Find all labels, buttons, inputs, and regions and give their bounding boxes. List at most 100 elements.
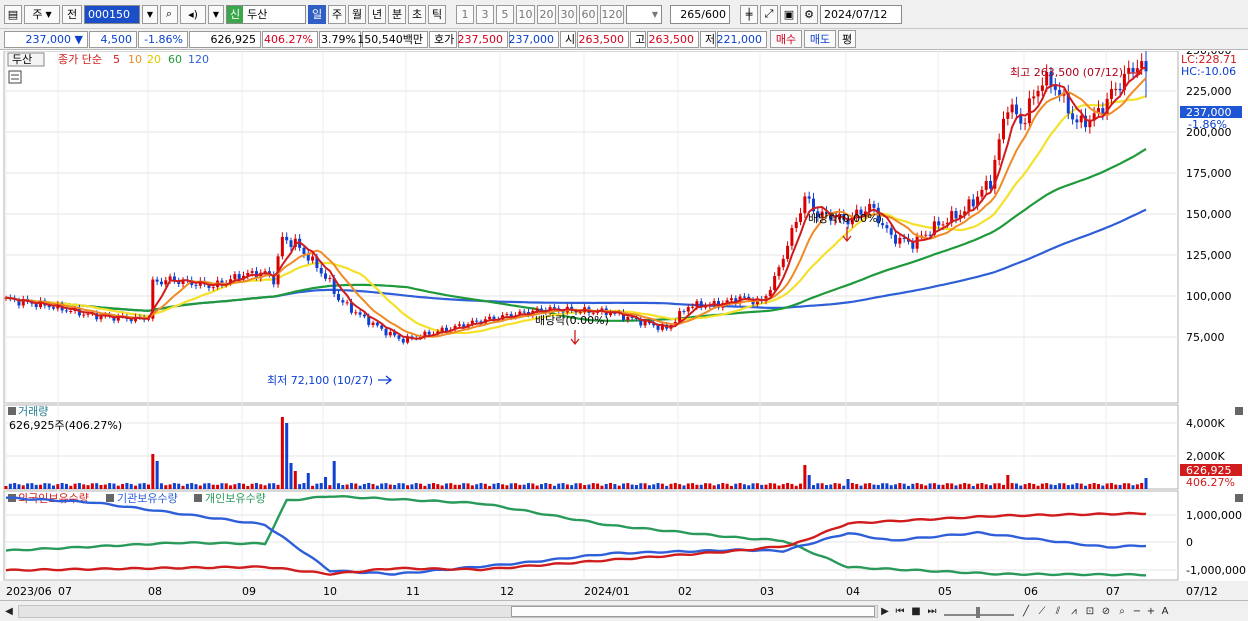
stock-code-value: 000150 [88,7,130,21]
interval-30-button[interactable]: 30 [558,4,577,24]
candle-body [786,245,790,259]
volume-bar [39,484,43,489]
candle-body [885,225,889,229]
date-input[interactable]: 2024/07/12 [820,4,902,24]
period-day-button[interactable]: 일 [308,4,326,24]
volume-bar [151,454,155,489]
chart-menu-icon[interactable]: ▤ [4,4,22,24]
draw-box-icon[interactable]: ⊡ [1082,604,1098,619]
price-change-value: 4,500 [100,32,133,46]
volume-bar [34,484,38,489]
scroll-right-button[interactable]: ▶ [878,604,892,619]
volume-bar [64,483,68,489]
price-y-axis: 250,000225,000200,000175,000150,000125,0… [1186,51,1232,344]
draw-channel-icon[interactable]: ⫽ [1050,604,1066,619]
volume-panel-icon[interactable] [8,407,16,415]
settings-button[interactable]: ⚙ [800,4,818,24]
volume-bar [8,483,12,489]
interval-60-button[interactable]: 60 [579,4,598,24]
volume-bar [1105,483,1109,489]
period-second-button[interactable]: 초 [408,4,426,24]
interval-3-button[interactable]: 3 [476,4,494,24]
candle-body [86,313,90,315]
chart-scrollbar[interactable]: ◀ ▶ ⏮ ■ ⏭ ╱ ⟋ ⫽ ⩘ ⊡ ⊘ ⌕ − + A [0,600,1248,621]
period-type-select[interactable]: 주 ▼ [24,4,60,24]
sound-button[interactable]: ◂) [180,4,206,24]
draw-trend-icon[interactable]: ⟋ [1034,604,1050,619]
interval-10-button[interactable]: 10 [516,4,535,24]
zoom-out-icon[interactable]: − [1130,604,1144,619]
text-tool-icon[interactable]: A [1158,604,1172,619]
chart-type-button[interactable]: ╪ [740,4,758,24]
volume-bar [1135,484,1139,489]
save-button[interactable]: ▣ [780,4,798,24]
stock-code-input[interactable]: 000150 [84,4,140,24]
zoom-slider-handle[interactable] [976,606,980,618]
prev-button[interactable]: 전 [62,4,82,24]
dividend-annotation-1: 배당락(0.00%) [535,314,609,327]
volume-bar [168,484,172,489]
volume-bar [341,485,345,489]
draw-fibo-icon[interactable]: ⩘ [1066,604,1082,619]
period-tick-button[interactable]: 틱 [428,4,446,24]
interval-120-button[interactable]: 120 [600,4,624,24]
period-week-button[interactable]: 주 [328,4,346,24]
scroll-thumb[interactable] [511,605,875,617]
chevron-down-icon: ▼ [45,9,52,19]
volume-bar [349,483,353,489]
period-year-button[interactable]: 년 [368,4,386,24]
go-last-button[interactable]: ⏭ [924,604,940,619]
go-first-button[interactable]: ⏮ [892,604,908,619]
volume-bar [803,465,807,489]
candle-body [1079,115,1083,123]
period-month-button[interactable]: 월 [348,4,366,24]
volume-bar [1036,485,1040,489]
stock-name-field[interactable]: 신 두산 [226,4,306,24]
candle-body [894,234,898,244]
bid-price-value: 237,000 [508,32,555,46]
volume-bar [518,484,522,489]
volume-bar [881,483,885,489]
stock-code-dropdown[interactable]: ▼ [142,4,158,24]
zoom-in-icon[interactable]: + [1144,604,1158,619]
sell-button[interactable]: 매도 [804,30,836,48]
search-button[interactable]: ⌕ [160,4,178,24]
draw-shape-icon[interactable]: ⊘ [1098,604,1114,619]
candle-body [1075,119,1079,123]
sound-dropdown[interactable]: ▼ [208,4,224,24]
zoom-icon[interactable]: ⌕ [1114,604,1130,619]
volume-bar [129,484,133,489]
volume-bar [440,485,444,489]
period-tick-label: 틱 [431,8,443,21]
volume-bar [289,463,293,489]
stock-chart[interactable]: 두산 종가 단순 5 10 20 60 120 최고 263,500 (07/1… [0,51,1248,600]
high-label-text: 고 [635,33,646,46]
interval-1-button[interactable]: 1 [456,4,474,24]
draw-tool-button[interactable]: ⤢ [760,4,778,24]
period-minute-button[interactable]: 분 [388,4,406,24]
buy-button[interactable]: 매수 [770,30,802,48]
volume-bar [1144,478,1148,489]
scroll-track[interactable] [18,604,878,618]
volume-bar [911,483,915,489]
zoom-slider[interactable] [944,606,1014,618]
scroll-left-button[interactable]: ◀ [2,604,16,619]
volume-bar [717,484,720,489]
interval-custom-select[interactable]: ▼ [626,4,662,24]
evaluation-button[interactable]: 평 [838,30,856,48]
x-axis-tick: 2024/01 [584,585,630,598]
count-input[interactable]: 265 /600 [670,4,730,24]
holding-close-icon[interactable] [1235,494,1243,502]
candle-body [1144,61,1148,72]
current-price-value: 237,000 ▼ [25,32,83,46]
chart-menu-icon[interactable] [8,70,22,84]
volume-bar [924,485,928,489]
interval-20-button[interactable]: 20 [537,4,556,24]
draw-line-icon[interactable]: ╱ [1018,604,1034,619]
volume-panel-frame [3,404,1179,490]
save-icon: ▣ [783,7,795,21]
candle-body [807,196,811,199]
stop-button[interactable]: ■ [908,604,924,619]
interval-5-button[interactable]: 5 [496,4,514,24]
volume-close-icon[interactable] [1235,407,1243,415]
